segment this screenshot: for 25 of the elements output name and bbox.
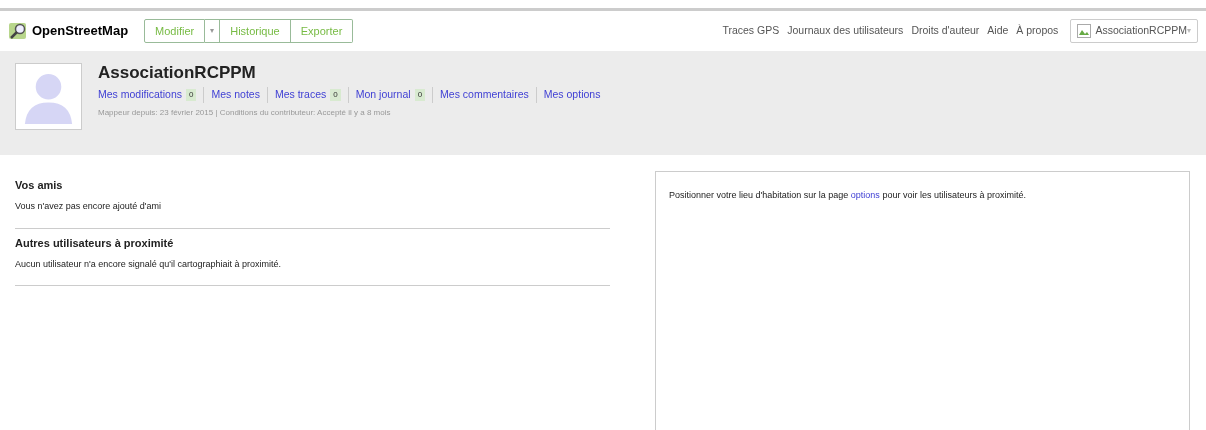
user-menu[interactable]: AssociationRCPPM▾ (1070, 19, 1198, 43)
broken-image-icon (1077, 24, 1092, 38)
profile-link[interactable]: Mon journal (355, 87, 411, 103)
profile-link[interactable]: Mes commentaires (440, 87, 529, 103)
logo-icon[interactable] (8, 21, 28, 41)
profile-link[interactable]: Mes notes (211, 87, 260, 103)
options-link[interactable]: options (850, 190, 880, 200)
username: AssociationRCPPM (98, 63, 257, 83)
nav-link[interactable]: Traces GPS (722, 23, 780, 39)
nav-link[interactable]: À propos (1016, 23, 1059, 39)
count-badge: 0 (186, 88, 197, 101)
section-text: Vous n'avez pas encore ajouté d'ami (15, 200, 163, 214)
brand-name[interactable]: OpenStreetMap (32, 21, 129, 41)
nav-link[interactable]: Droits d'auteur (911, 23, 980, 39)
section-text: Aucun utilisateur n'a encore signalé qu'il cartographiait à proximité. (15, 257, 283, 271)
profile-link[interactable]: Mes traces (274, 87, 327, 103)
section-title: Vos amis (15, 179, 64, 193)
count-badge: 0 (414, 88, 426, 101)
home-location-message: Positionner votre lieu d'habitation sur la page options pour voir les utilisateurs à proximité. (669, 190, 1026, 200)
profile-link[interactable]: Mes modifications (98, 87, 183, 103)
nav-link[interactable]: Journaux des utilisateurs (787, 23, 904, 39)
count-badge: 0 (330, 88, 341, 101)
section-title: Autres utilisateurs à proximité (15, 236, 175, 250)
profile-link[interactable]: Mes options (543, 87, 601, 103)
nav-link[interactable]: Aide (987, 23, 1009, 39)
